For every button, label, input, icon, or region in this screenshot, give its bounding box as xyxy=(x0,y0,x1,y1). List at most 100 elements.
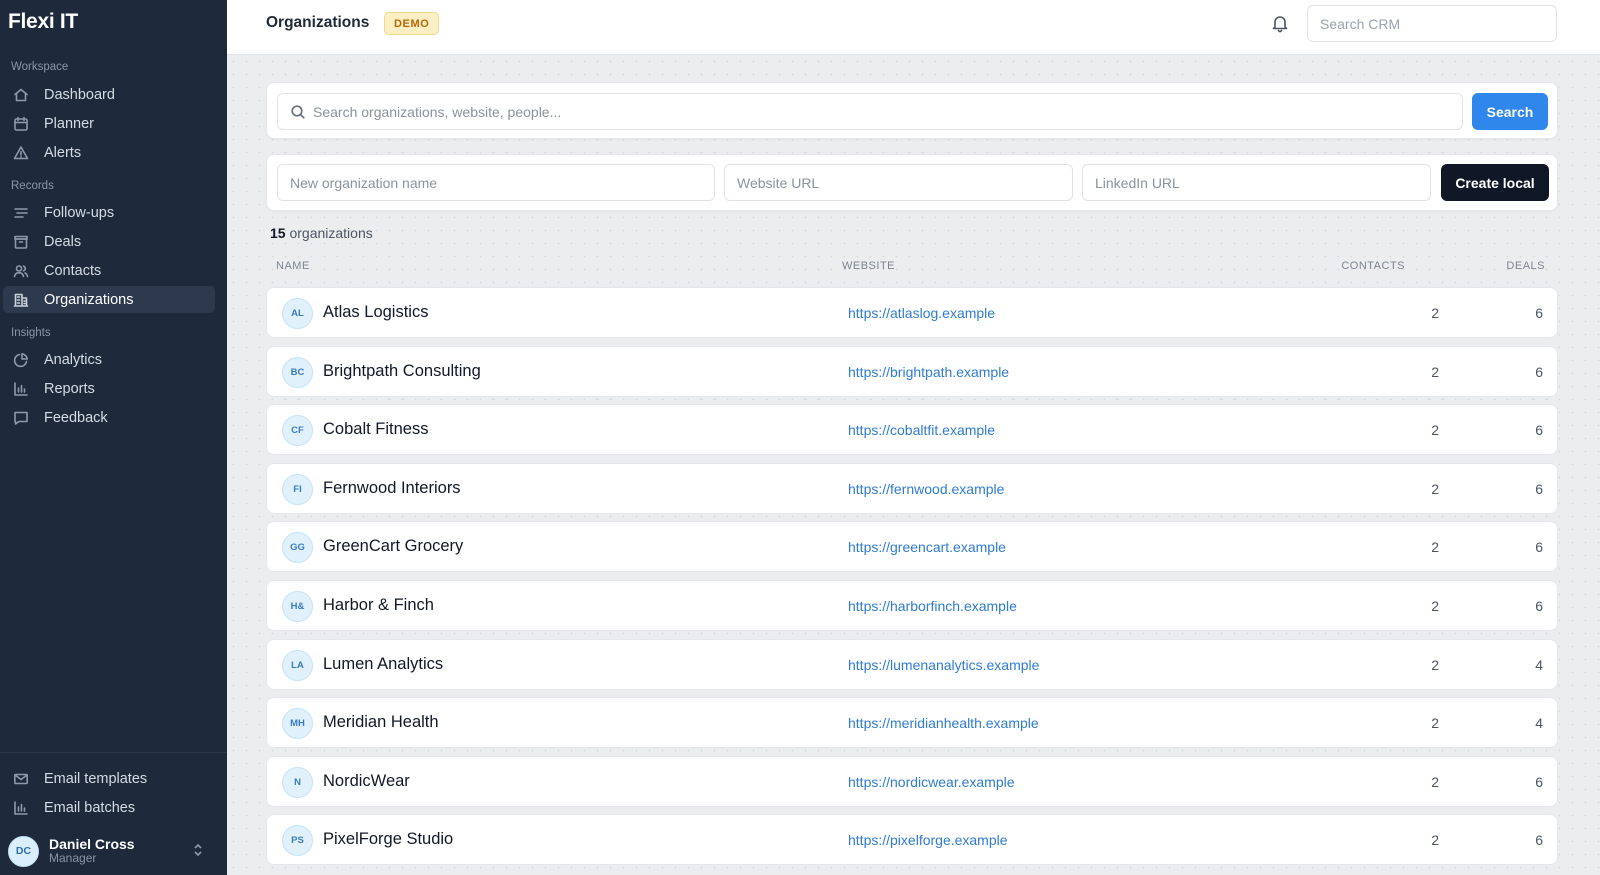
org-deals-count: 6 xyxy=(1535,598,1543,614)
org-deals-count: 4 xyxy=(1535,715,1543,732)
sidebar-item-label: Deals xyxy=(44,233,82,250)
table-row[interactable]: N NordicWear https://nordicwear.example 2 6 xyxy=(266,755,1558,807)
org-initials-badge: BC xyxy=(282,356,313,388)
user-menu[interactable]: DC Daniel Cross Manager xyxy=(8,833,218,869)
column-header-name: NAME xyxy=(276,260,310,272)
org-contacts-count: 2 xyxy=(1431,363,1439,380)
website-url-input[interactable] xyxy=(724,164,1073,201)
sidebar-item-deals[interactable]: Deals xyxy=(3,228,215,255)
sidebar-item-contacts[interactable]: Contacts xyxy=(3,257,215,284)
sidebar-item-follow-ups[interactable]: Follow-ups xyxy=(3,199,215,226)
crm-search-input[interactable] xyxy=(1307,5,1557,42)
app-logo: Flexi IT xyxy=(8,10,78,33)
user-role: Manager xyxy=(49,851,97,866)
org-name: GreenCart Grocery xyxy=(323,537,464,556)
calendar-icon xyxy=(13,116,29,132)
table-row[interactable]: AL Atlas Logistics https://atlaslog.exampl… xyxy=(266,287,1558,338)
table-row[interactable]: BC Brightpath Consulting https://brightpat… xyxy=(266,345,1558,397)
column-header-contacts: CONTACTS xyxy=(1341,260,1405,272)
org-contacts-count: 2 xyxy=(1431,656,1439,673)
table-row[interactable]: MH Meridian Health https://meridianhealth.… xyxy=(266,697,1558,749)
table-row[interactable]: PS PixelForge Studio https://pixelforge.ex… xyxy=(266,814,1558,866)
org-website-link[interactable]: https://cobaltfit.example xyxy=(848,422,995,438)
table-row[interactable]: LA Lumen Analytics https://lumenanalytics.… xyxy=(266,638,1558,690)
create-org-card: Create local xyxy=(266,154,1558,211)
sidebar-item-label: Dashboard xyxy=(44,86,115,103)
main-content: Search Create local 15 organizations NAM… xyxy=(227,55,1600,875)
org-website-link[interactable]: https://nordicwear.example xyxy=(848,774,1015,790)
search-button[interactable]: Search xyxy=(1472,93,1548,130)
org-contacts-count: 2 xyxy=(1431,832,1439,849)
bell-icon[interactable] xyxy=(1270,13,1290,33)
org-website-link[interactable]: https://meridianhealth.example xyxy=(848,715,1039,731)
org-website-link[interactable]: https://lumenanalytics.example xyxy=(848,657,1039,673)
sidebar: Flexi IT Workspace Dashboard Planner Ale… xyxy=(0,0,227,875)
org-initials-badge: N xyxy=(282,766,313,798)
section-label-workspace: Workspace xyxy=(11,61,69,73)
page-title: Organizations xyxy=(266,14,370,31)
org-website-link[interactable]: https://pixelforge.example xyxy=(848,832,1008,848)
sidebar-item-dashboard[interactable]: Dashboard xyxy=(3,81,215,108)
sidebar-item-label: Organizations xyxy=(44,291,134,308)
sidebar-item-feedback[interactable]: Feedback xyxy=(3,404,215,431)
org-search-input[interactable] xyxy=(313,94,1453,129)
results-count-label: organizations xyxy=(289,225,373,241)
column-header-website: WEBSITE xyxy=(842,260,896,272)
bar-chart-icon xyxy=(13,800,29,816)
org-website-link[interactable]: https://harborfinch.example xyxy=(848,598,1017,614)
org-name: Meridian Health xyxy=(323,713,439,732)
list-filter-icon xyxy=(13,205,29,221)
org-deals-count: 6 xyxy=(1535,363,1543,380)
org-website-link[interactable]: https://greencart.example xyxy=(848,539,1006,555)
new-org-name-input[interactable] xyxy=(277,164,715,201)
sidebar-item-organizations[interactable]: Organizations xyxy=(3,286,215,313)
search-icon xyxy=(290,104,306,120)
org-website-link[interactable]: https://atlaslog.example xyxy=(848,305,995,321)
message-icon xyxy=(13,410,29,426)
search-card: Search xyxy=(266,82,1558,139)
table-row[interactable]: CF Cobalt Fitness https://cobaltfit.exampl… xyxy=(266,404,1558,456)
sidebar-item-planner[interactable]: Planner xyxy=(3,110,215,137)
sidebar-item-label: Alerts xyxy=(44,144,82,161)
org-contacts-count: 2 xyxy=(1431,598,1439,614)
org-search-field[interactable] xyxy=(277,93,1463,130)
sidebar-item-alerts[interactable]: Alerts xyxy=(3,139,215,166)
org-contacts-count: 2 xyxy=(1431,422,1439,439)
org-deals-count: 6 xyxy=(1535,832,1543,849)
org-contacts-count: 2 xyxy=(1431,305,1439,321)
sidebar-item-email-batches[interactable]: Email batches xyxy=(3,794,215,821)
table-row[interactable]: GG GreenCart Grocery https://greencart.exa… xyxy=(266,521,1558,573)
sidebar-divider xyxy=(0,752,227,753)
sidebar-item-label: Follow-ups xyxy=(44,204,115,221)
org-initials-badge: PS xyxy=(282,825,313,857)
org-deals-count: 6 xyxy=(1535,480,1543,497)
org-contacts-count: 2 xyxy=(1431,480,1439,497)
org-name: Fernwood Interiors xyxy=(323,478,461,497)
org-name: Brightpath Consulting xyxy=(323,361,481,380)
org-name: Cobalt Fitness xyxy=(323,420,429,439)
sidebar-item-reports[interactable]: Reports xyxy=(3,375,215,402)
linkedin-url-input[interactable] xyxy=(1082,164,1431,201)
create-local-button[interactable]: Create local xyxy=(1441,164,1549,201)
org-contacts-count: 2 xyxy=(1431,539,1439,556)
org-deals-count: 6 xyxy=(1535,305,1543,321)
sidebar-item-analytics[interactable]: Analytics xyxy=(3,346,215,373)
org-website-link[interactable]: https://fernwood.example xyxy=(848,481,1004,497)
users-icon xyxy=(13,263,29,279)
org-initials-badge: GG xyxy=(282,532,313,564)
home-icon xyxy=(13,87,29,103)
org-initials-badge: MH xyxy=(282,708,313,740)
chevron-up-down-icon xyxy=(192,842,204,858)
results-count-number: 15 xyxy=(270,225,286,241)
table-row[interactable]: H& Harbor & Finch https://harborfinch.exam… xyxy=(266,580,1558,631)
org-name: PixelForge Studio xyxy=(323,830,454,849)
org-website-link[interactable]: https://brightpath.example xyxy=(848,364,1009,380)
org-initials-badge: AL xyxy=(282,298,313,329)
section-label-records: Records xyxy=(11,180,54,192)
org-initials-badge: H& xyxy=(282,591,313,622)
sidebar-item-label: Email batches xyxy=(44,799,136,816)
mail-icon xyxy=(13,771,29,787)
sidebar-item-email-templates[interactable]: Email templates xyxy=(3,765,215,792)
table-row[interactable]: FI Fernwood Interiors https://fernwood.exa… xyxy=(266,462,1558,514)
org-name: NordicWear xyxy=(323,771,410,790)
